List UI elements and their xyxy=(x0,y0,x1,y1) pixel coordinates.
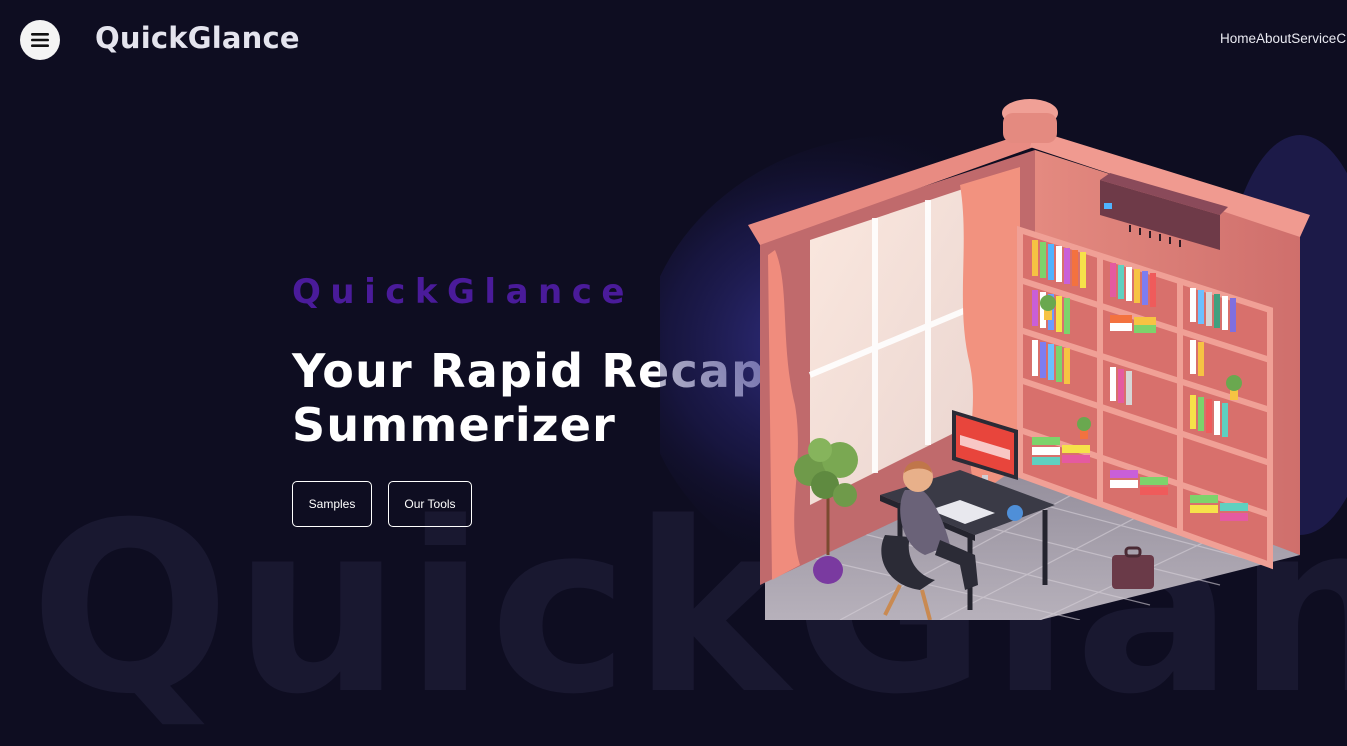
isometric-room-illustration xyxy=(660,99,1347,620)
nav-link-contact[interactable]: C xyxy=(1336,31,1346,46)
brand-logo-text[interactable]: QuickGlance xyxy=(95,21,300,55)
nav-link-home[interactable]: Home xyxy=(1220,31,1256,46)
menu-button[interactable] xyxy=(20,20,60,60)
desk-globe xyxy=(1007,505,1023,521)
top-navigation: Home About Service C xyxy=(1220,31,1346,46)
nav-link-service[interactable]: Service xyxy=(1291,31,1336,46)
hero-eyebrow: QuickGlance xyxy=(292,272,634,312)
our-tools-button[interactable]: Our Tools xyxy=(388,481,472,527)
nav-link-about[interactable]: About xyxy=(1256,31,1291,46)
samples-button[interactable]: Samples xyxy=(292,481,372,527)
hamburger-menu-icon xyxy=(31,33,49,47)
room-corner-post xyxy=(1003,113,1057,143)
